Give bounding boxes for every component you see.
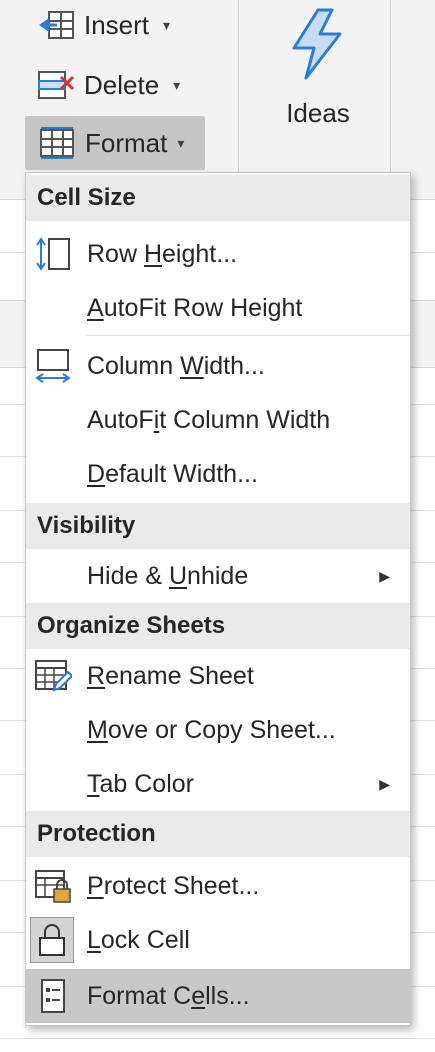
chevron-down-icon[interactable]: ▾ [163, 17, 170, 34]
submenu-arrow-icon: ▶ [379, 775, 390, 792]
chevron-down-icon[interactable]: ▾ [173, 77, 180, 94]
delete-cells-icon [36, 65, 76, 105]
rename-sheet-icon [34, 657, 72, 695]
delete-label: Delete [84, 69, 160, 100]
format-cells-dialog-icon [34, 977, 72, 1015]
menu-item-label: Default Width... [87, 459, 258, 488]
menu-item-autofit-row-height[interactable]: AutoFit Row Height [26, 281, 410, 335]
menu-item-tab-color[interactable]: Tab Color ▶ [26, 757, 410, 811]
menu-item-column-width[interactable]: Column Width... [26, 339, 410, 393]
menu-item-protect-sheet[interactable]: Protect Sheet... [26, 859, 410, 913]
menu-item-label: Row Height... [87, 239, 238, 268]
menu-item-label: AutoFit Column Width [87, 405, 331, 434]
ideas-button[interactable]: Ideas [270, 6, 366, 136]
ribbon-group-separator [238, 0, 239, 172]
menu-item-label: Move or Copy Sheet... [87, 715, 336, 744]
menu-item-format-cells[interactable]: Format Cells... [26, 969, 410, 1023]
menu-item-default-width[interactable]: Default Width... [26, 447, 410, 501]
menu-item-lock-cell[interactable]: Lock Cell [26, 913, 410, 967]
insert-label: Insert [84, 9, 150, 40]
menu-item-hide-unhide[interactable]: Hide & Unhide ▶ [26, 549, 410, 603]
delete-button[interactable]: Delete ▾ [36, 60, 180, 110]
ribbon: Insert ▾ Delete ▾ Format ▾ Ideas [0, 0, 435, 200]
row-height-icon [34, 235, 72, 273]
menu-item-rename-sheet[interactable]: Rename Sheet [26, 649, 410, 703]
chevron-down-icon: ▾ [177, 134, 185, 151]
menu-item-move-or-copy-sheet[interactable]: Move or Copy Sheet... [26, 703, 410, 757]
menu-item-label: Protect Sheet... [87, 871, 260, 900]
menu-item-label: Lock Cell [87, 925, 190, 954]
format-button[interactable]: Format ▾ [25, 116, 205, 170]
ribbon-group-separator [390, 0, 391, 172]
submenu-arrow-icon: ▶ [379, 567, 390, 584]
menu-item-label: Rename Sheet [87, 661, 254, 690]
menu-item-label: AutoFit Row Height [87, 293, 303, 322]
menu-item-row-height[interactable]: Row Height... [26, 227, 410, 281]
section-header-cell-size: Cell Size [26, 175, 410, 221]
section-header-organize-sheets: Organize Sheets [26, 603, 410, 649]
format-cells-icon [37, 123, 77, 163]
menu-divider [86, 335, 410, 336]
menu-item-label: Format Cells... [87, 981, 250, 1010]
section-header-protection: Protection [26, 811, 410, 857]
lightning-bolt-icon [288, 8, 348, 85]
menu-item-label: Hide & Unhide [87, 561, 249, 590]
ideas-label: Ideas [286, 98, 350, 128]
insert-button[interactable]: Insert ▾ [36, 0, 170, 50]
insert-cells-icon [36, 5, 76, 45]
column-width-icon [34, 347, 72, 385]
menu-item-label: Tab Color [87, 769, 194, 798]
lock-icon [30, 917, 74, 963]
format-label: Format [85, 127, 168, 158]
protect-sheet-icon [34, 867, 72, 905]
menu-item-autofit-column-width[interactable]: AutoFit Column Width [26, 393, 410, 447]
menu-item-label: Column Width... [87, 351, 265, 380]
format-dropdown-menu: Cell Size Row Height... AutoFit Row Heig… [25, 172, 411, 1026]
section-header-visibility: Visibility [26, 503, 410, 549]
